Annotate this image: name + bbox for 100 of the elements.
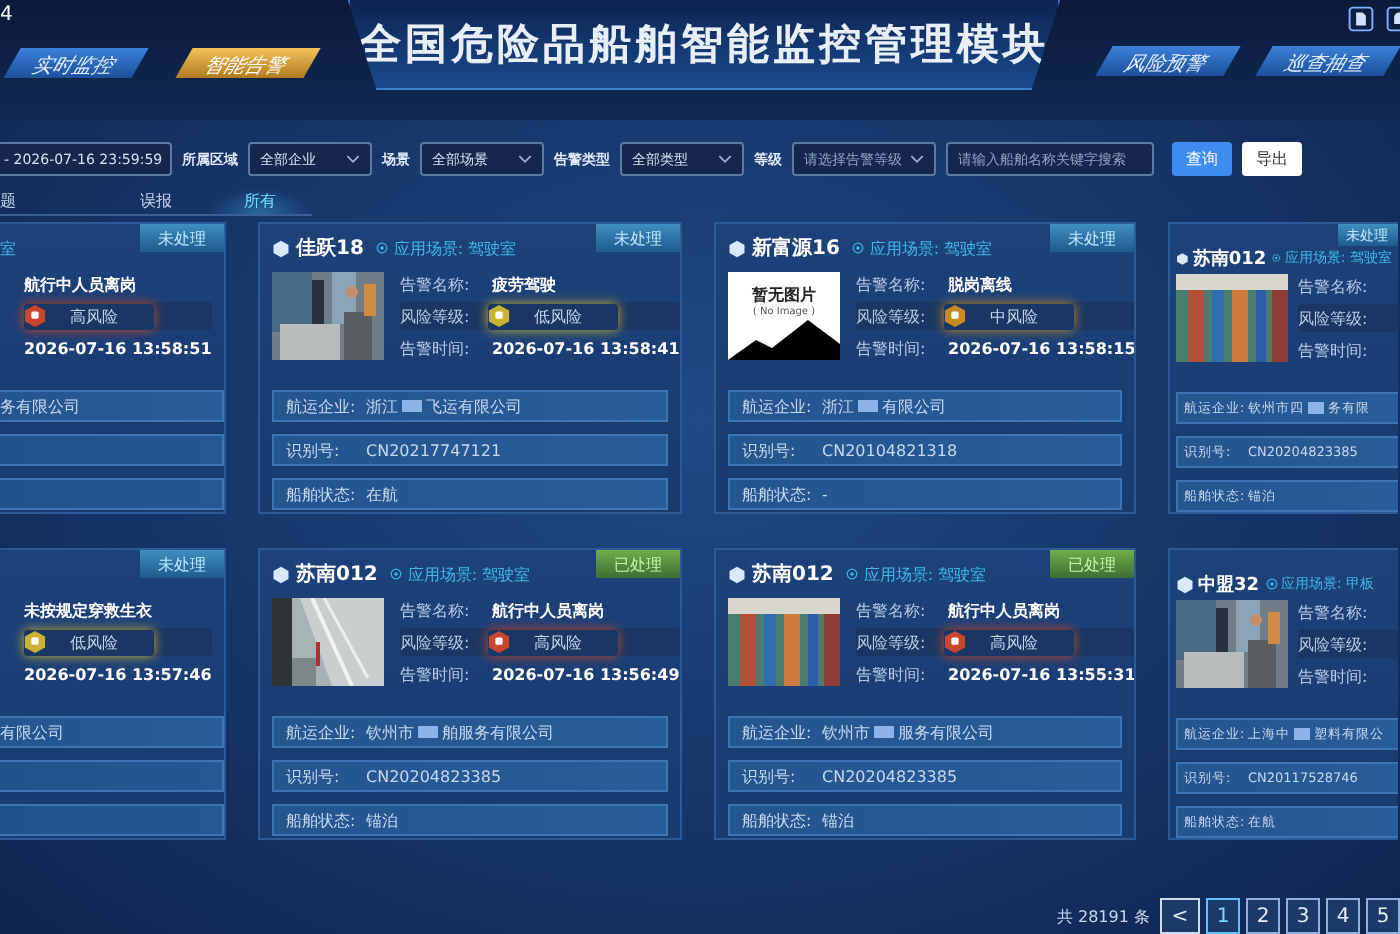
document-icon[interactable] — [1348, 6, 1374, 32]
info-label: 航运企业: — [286, 395, 358, 417]
field-label: 告警时间: — [856, 337, 928, 359]
info-value: CN20104821318 — [822, 441, 958, 459]
ship-name: 苏南012 — [752, 561, 834, 588]
field-value: 航行中人员离岗 — [492, 599, 604, 621]
alarm-card[interactable]: 已处理 苏南012 应用场景: 驾驶室 告警名称: 航行中人员离岗 风险等级: 高风险 告警时间: 2026-07-16 13:56:49 航运企业: 钦州市 舶服务有限公司 识别号: CN20204823385 船舶状态: 锚泊 — [258, 548, 682, 840]
page-button[interactable]: 4 — [1326, 898, 1360, 934]
info-value: 在航 — [366, 483, 398, 505]
info-label: 航运企业: — [742, 395, 814, 417]
alarm-card[interactable]: 已处理 苏南012 应用场景: 驾驶室 告警名称: 航行中人员离岗 风险等级: 高风险 告警时间: 2026-07-16 13:55:31 航运企业: 钦州市 服务有限公司 识别号: CN20204823385 船舶状态: 锚泊 — [714, 548, 1136, 840]
export-button[interactable]: 导出 — [1242, 142, 1302, 176]
field-label: 告警时间: — [1298, 665, 1370, 687]
info-value: CN20217747121 — [366, 441, 502, 459]
scene-text: 应用场景: 驾驶室 — [407, 563, 531, 585]
target-icon — [375, 242, 388, 254]
info-label: 船舶状态: — [742, 809, 814, 831]
hexagon-icon — [1176, 249, 1189, 267]
page-button[interactable]: 1 — [1206, 898, 1240, 934]
page-button[interactable]: 2 — [1246, 898, 1280, 934]
info-value: 舶服务有限公司 — [442, 721, 554, 743]
field-label: 告警时间: — [856, 663, 928, 685]
info-label: 航运企业: — [742, 721, 814, 743]
field-value: 2026-07-16 13:58:41 — [492, 339, 680, 357]
alarm-card[interactable]: 未处理 未按规定穿救生衣 低风险 2026-07-16 13:57:46 有限公司 — [0, 548, 226, 840]
field-value: 疲劳驾驶 — [492, 273, 556, 295]
status-badge: 已处理 — [1050, 550, 1134, 578]
target-icon — [845, 568, 858, 580]
info-value: - — [822, 485, 828, 503]
risk-badge: 高风险 — [488, 629, 618, 655]
alarm-card[interactable]: 未处理 佳跃18 应用场景: 驾驶室 告警名称: 疲劳驾驶 风险等级: 低风险 告警时间: 2026-07-16 13:58:41 航运企业: 浙江 飞运有限公司 识别号: CN20217747121 船舶状态: 在航 — [258, 222, 682, 514]
field-label: 风险等级: — [1298, 633, 1370, 655]
scene-text: 应用场景: 驾驶室 — [863, 563, 987, 585]
chevron-icon — [910, 154, 924, 164]
info-value: 浙江 — [366, 395, 398, 417]
ship-name: 苏南012 — [296, 561, 378, 588]
scene-text: 应用场景: 驾驶室 — [393, 237, 517, 259]
field-label: 告警时间: — [1298, 339, 1370, 361]
target-icon — [1265, 578, 1278, 590]
info-value: 钦州市 — [822, 721, 870, 743]
field-label: 风险等级: — [1298, 307, 1370, 329]
risk-badge: 高风险 — [944, 629, 1074, 655]
info-label: 识别号: — [286, 765, 342, 787]
filter-tab[interactable]: 所有 — [208, 188, 312, 216]
status-badge: 未处理 — [1050, 224, 1134, 252]
ship-name: 佳跃18 — [296, 235, 364, 262]
page-button[interactable]: 5 — [1366, 898, 1400, 934]
nav-tab[interactable]: 风险预警 — [1095, 46, 1241, 76]
filter-tab[interactable]: 误报 — [104, 188, 208, 216]
chevron-icon — [518, 154, 532, 164]
info-label: 识别号: — [742, 439, 798, 461]
info-value: 钦州市 — [366, 721, 414, 743]
info-label: 识别号: — [742, 765, 798, 787]
hexagon-icon — [272, 239, 290, 257]
total-count: 共 28191 条 — [1056, 905, 1150, 927]
field-value: 脱岗离线 — [948, 273, 1012, 295]
field-value: 2026-07-16 13:55:31 — [948, 665, 1134, 683]
info-label: 识别号: — [286, 439, 342, 461]
field-value: 航行中人员离岗 — [948, 599, 1060, 621]
info-value: 锚泊 — [822, 809, 854, 831]
field-label: 告警名称: — [856, 599, 928, 621]
info-value: 飞运有限公司 — [426, 395, 522, 417]
nav-tab[interactable]: 巡查抽查 — [1255, 46, 1400, 76]
chevron-icon — [346, 154, 360, 164]
field-label: 告警时间: — [400, 337, 472, 359]
target-icon — [1272, 252, 1281, 264]
info-label: 航运企业: — [286, 721, 358, 743]
info-label: 船舶状态: — [742, 483, 814, 505]
field-label: 风险等级: — [856, 305, 928, 327]
field-label: 告警名称: — [1298, 601, 1370, 623]
field-label: 告警名称: — [400, 273, 472, 295]
nav-tab[interactable]: 实时监控 — [3, 48, 149, 78]
target-icon — [389, 568, 402, 580]
info-value: 锚泊 — [366, 809, 398, 831]
field-label: 告警时间: — [400, 663, 472, 685]
hexagon-icon — [272, 565, 290, 583]
alarm-card[interactable]: 未处理 室 航行中人员离岗 高风险 2026-07-16 13:58:51 务有限公司 — [0, 222, 226, 514]
field-value: 2026-07-16 13:56:49 — [492, 665, 680, 683]
ship-name: 中盟32 — [1198, 572, 1260, 597]
info-label: 船舶状态: — [286, 483, 358, 505]
field-value: 2026-07-16 13:58:15 — [948, 339, 1134, 357]
redaction-mark — [1308, 402, 1324, 414]
status-badge: 未处理 — [596, 224, 680, 252]
risk-badge: 低风险 — [488, 303, 618, 329]
field-value: 2026-07-16 13:58:51 — [24, 339, 212, 357]
redaction-mark — [1294, 728, 1310, 740]
scene-text: 室 — [0, 237, 16, 259]
filter-tab[interactable]: 题 — [0, 188, 104, 216]
field-label: 风险等级: — [400, 631, 472, 653]
page-title: 全国危险品船舶智能监控管理模块 — [359, 18, 1049, 72]
previous-page-button[interactable]: < — [1160, 898, 1200, 934]
risk-badge: 高风险 — [24, 303, 154, 329]
field-value: 未按规定穿救生衣 — [24, 599, 152, 621]
field-label: 告警名称: — [1298, 275, 1370, 297]
status-badge: 已处理 — [596, 550, 680, 578]
no-image-text: 暂无图片 — [752, 284, 816, 306]
field-value: 2026-07-16 13:57:46 — [24, 665, 212, 683]
page-button[interactable]: 3 — [1286, 898, 1320, 934]
status-badge: 未处理 — [140, 550, 224, 578]
chevron-icon — [718, 154, 732, 164]
